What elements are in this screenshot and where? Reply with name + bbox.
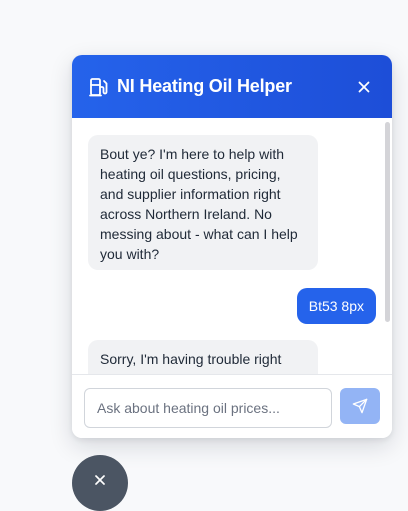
- scrollbar-thumb[interactable]: [385, 122, 390, 322]
- bot-message: Sorry, I'm having trouble right: [88, 340, 318, 374]
- fuel-pump-icon: [89, 76, 109, 98]
- chat-toggle-button[interactable]: [72, 455, 128, 511]
- close-icon: [358, 81, 370, 92]
- message-list[interactable]: Bout ye? I'm here to help with heating o…: [72, 118, 392, 374]
- send-button[interactable]: [340, 388, 380, 424]
- chat-window: NI Heating Oil Helper Bout ye? I'm here …: [72, 55, 392, 438]
- send-icon: [352, 398, 368, 414]
- close-chat-button[interactable]: [352, 75, 376, 99]
- chat-header: NI Heating Oil Helper: [72, 55, 392, 118]
- message-input[interactable]: [84, 388, 332, 428]
- bot-message: Bout ye? I'm here to help with heating o…: [88, 135, 318, 270]
- chat-title: NI Heating Oil Helper: [117, 76, 292, 96]
- input-area: [72, 374, 392, 438]
- user-message: Bt53 8px: [296, 288, 376, 324]
- close-icon: [95, 475, 105, 485]
